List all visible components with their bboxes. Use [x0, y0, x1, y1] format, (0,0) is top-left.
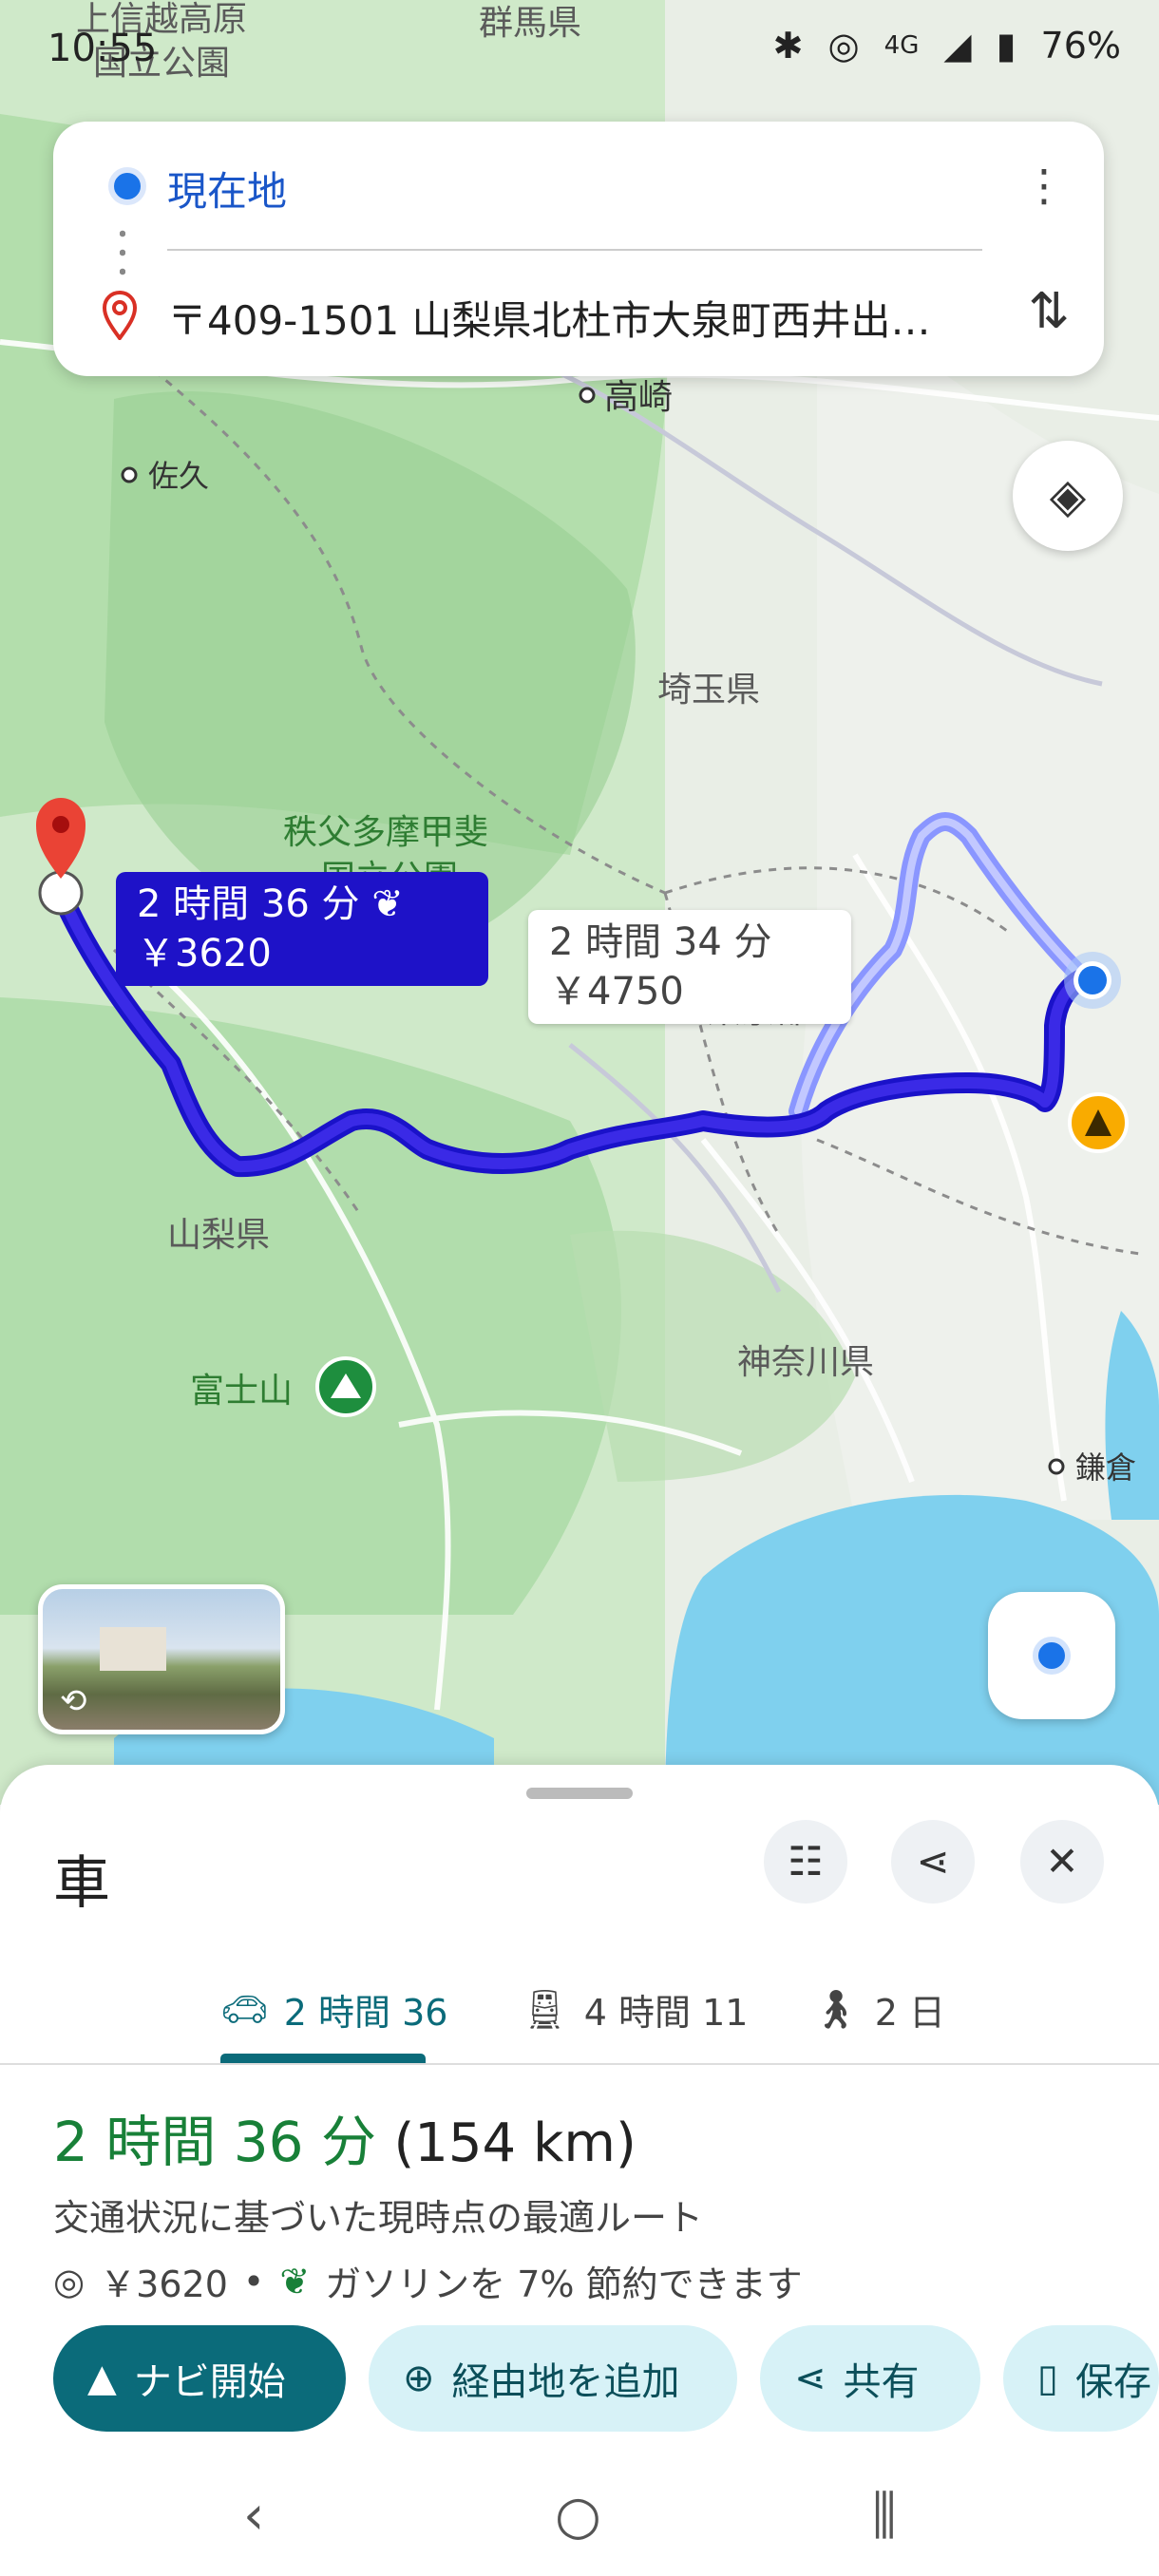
tab-car[interactable]: 🚗︎ 2 時間 36 [220, 1983, 447, 2036]
battery-icon: ▮ [996, 25, 1016, 66]
separator-dot: • [242, 2260, 265, 2302]
tab-walk[interactable]: 🚶︎ 2 日 [811, 1983, 945, 2036]
label-fuji: 富士山 [190, 1372, 293, 1411]
my-location-button[interactable] [988, 1592, 1115, 1719]
route-main-time: 2 時間 36 分 [137, 882, 360, 926]
layers-icon: ◈ [1049, 468, 1087, 523]
route-alt-toll: ￥4750 [549, 970, 684, 1013]
route-alt-time: 2 時間 34 分 [549, 920, 772, 964]
route-label-alt[interactable]: 2 時間 34 分 ￥4750 [528, 910, 851, 1024]
save-route-label: 保存 [1075, 2360, 1152, 2404]
bottom-sheet: 車 ☷ ⋖ ✕ 🚗︎ 2 時間 36 🚆︎ 4 時間 11 🚶︎ 2 日 2 時… [0, 1765, 1159, 2576]
toll-icon: ◎ [53, 2260, 86, 2302]
start-navigation-label: ナビ開始 [133, 2360, 286, 2404]
action-chips: ▲ ナビ開始 ⊕ 経由地を追加 ⋖ 共有 ▯ 保存 [53, 2325, 1159, 2432]
status-bar: 10:55 ✱ ◎ 4G ◢ ▮ 76% [0, 19, 1159, 85]
construction-icon[interactable] [1068, 1092, 1129, 1153]
share-route-button[interactable]: ⋖ 共有 [760, 2325, 980, 2432]
bluetooth-icon: ✱ [772, 25, 804, 66]
directions-search-card: 現在地 ⋮ 〒409-1501 山梨県北杜市大泉町西井出… ⇅ [53, 122, 1104, 376]
save-route-button[interactable]: ▯ 保存 [1003, 2325, 1159, 2432]
car-icon: 🚗︎ [220, 1988, 269, 2032]
sheet-drag-handle[interactable] [526, 1788, 633, 1799]
sliders-icon: ☷ [788, 1838, 824, 1885]
travel-mode-tabs: 🚗︎ 2 時間 36 🚆︎ 4 時間 11 🚶︎ 2 日 [0, 1945, 1159, 2065]
route-label-main[interactable]: 2 時間 36 分 ❦ ￥3620 [116, 872, 488, 986]
label-kamakura: 鎌倉 [1075, 1449, 1136, 1486]
start-navigation-button[interactable]: ▲ ナビ開始 [53, 2325, 346, 2432]
active-tab-indicator [220, 2054, 426, 2063]
home-icon[interactable]: ○ [555, 2485, 601, 2547]
destination-field[interactable]: 〒409-1501 山梨県北杜市大泉町西井出… [167, 289, 931, 347]
route-options-button[interactable]: ☷ [764, 1820, 847, 1904]
label-yamanashi: 山梨県 [167, 1216, 270, 1255]
label-kanagawa: 神奈川県 [737, 1343, 874, 1382]
network-type: 4G [884, 31, 920, 60]
status-time: 10:55 [48, 27, 158, 70]
summary-description: 交通状況に基づいた現時点の最適ルート [53, 2197, 704, 2239]
label-saku: 佐久 [148, 458, 209, 494]
summary-distance: (154 km) [393, 2112, 636, 2174]
tab-walk-label: 2 日 [874, 1992, 946, 2034]
layers-button[interactable]: ◈ [1013, 441, 1123, 551]
signal-icon: ◢ [943, 25, 972, 66]
mountain-icon[interactable] [315, 1356, 376, 1417]
rotate-360-icon: ⟲ [60, 1682, 87, 1720]
travel-mode-title: 車 [53, 1850, 110, 1917]
battery-level: 76% [1040, 25, 1121, 66]
street-view-thumbnail[interactable]: ⟲ [38, 1584, 285, 1734]
recents-icon[interactable]: ⫼ [872, 2485, 897, 2548]
destination-pin-icon [102, 291, 138, 340]
eco-leaf-icon: ❦ [371, 882, 404, 926]
share-button[interactable]: ⋖ [891, 1820, 975, 1904]
bookmark-icon: ▯ [1037, 2357, 1059, 2400]
share-icon: ⋖ [794, 2357, 826, 2400]
label-chichibu: 秩父多摩甲斐 [283, 813, 488, 852]
share-icon: ⋖ [916, 1838, 950, 1885]
field-divider [167, 249, 982, 251]
close-icon: ✕ [1045, 1838, 1079, 1885]
origin-dot-icon [108, 167, 146, 205]
add-stop-icon: ⊕ [403, 2357, 435, 2400]
swap-icon[interactable]: ⇅ [1028, 283, 1070, 340]
close-button[interactable]: ✕ [1020, 1820, 1104, 1904]
summary-duration: 2 時間 36 分 [53, 2110, 377, 2174]
add-stop-label: 経由地を追加 [451, 2360, 680, 2404]
label-saitama: 埼玉県 [657, 671, 760, 710]
eco-leaf-icon: ❦ [279, 2260, 311, 2302]
label-takasaki: 高崎 [604, 378, 673, 417]
route-summary: 2 時間 36 分 (154 km) [53, 2097, 636, 2177]
street-view-image [100, 1627, 166, 1671]
train-icon: 🚆︎ [521, 1988, 569, 2032]
origin-field[interactable]: 現在地 [167, 160, 287, 218]
navigation-arrow-icon: ▲ [87, 2357, 117, 2400]
back-icon[interactable]: ‹ [243, 2485, 264, 2547]
more-options-icon[interactable]: ⋮ [1022, 160, 1066, 211]
system-nav-bar: ‹ ○ ⫼ [0, 2464, 1159, 2576]
tab-transit-label: 4 時間 11 [583, 1992, 749, 2034]
route-main-toll: ￥3620 [137, 932, 272, 975]
tab-car-label: 2 時間 36 [283, 1992, 448, 2034]
toll-amount: ￥3620 [100, 2263, 228, 2305]
fuel-saving-text: ガソリンを 7% 節約できます [325, 2263, 803, 2305]
share-route-label: 共有 [843, 2360, 920, 2404]
current-location-marker [1064, 952, 1121, 1009]
walk-icon: 🚶︎ [811, 1988, 860, 2032]
add-stop-button[interactable]: ⊕ 経由地を追加 [369, 2325, 737, 2432]
tab-transit[interactable]: 🚆︎ 4 時間 11 [521, 1983, 748, 2036]
my-location-icon [1033, 1637, 1071, 1675]
summary-fee-row: ◎ ￥3620 • ❦ ガソリンを 7% 節約できます [53, 2255, 803, 2307]
route-dots-icon [120, 224, 125, 281]
location-icon: ◎ [827, 25, 860, 66]
